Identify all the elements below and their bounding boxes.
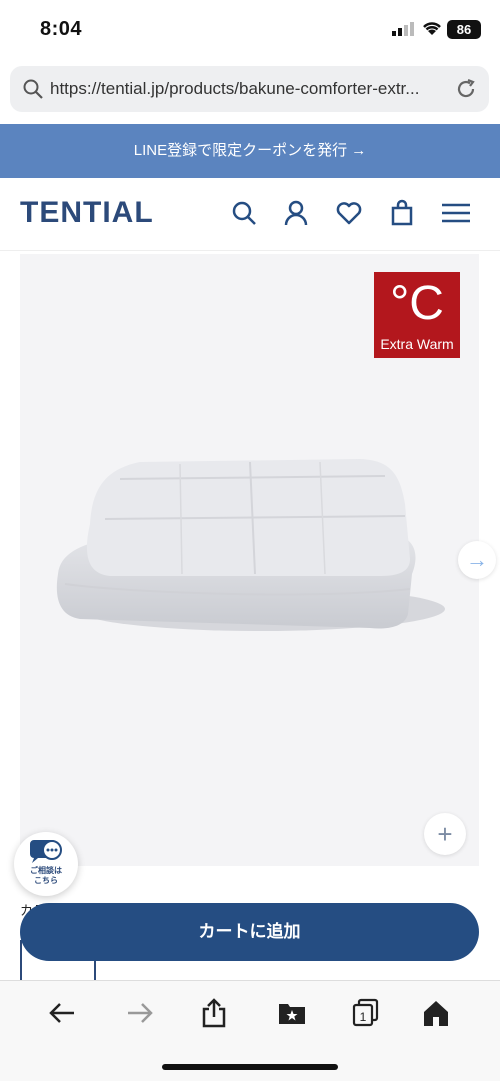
- badge-label: Extra Warm: [380, 336, 454, 352]
- reload-icon[interactable]: [454, 77, 478, 101]
- consultation-chat-button[interactable]: ご相談は こちら: [14, 832, 78, 896]
- brand-logo[interactable]: TENTIAL: [20, 196, 154, 230]
- tabs-count: 1: [360, 1010, 367, 1024]
- wifi-icon: [423, 22, 441, 35]
- signal-icon: [392, 22, 414, 36]
- search-icon[interactable]: [230, 199, 258, 227]
- extra-warm-badge: °C Extra Warm: [374, 272, 460, 358]
- status-time: 8:04: [40, 18, 83, 40]
- zoom-plus-icon[interactable]: +: [424, 813, 466, 855]
- bag-icon[interactable]: [388, 199, 416, 227]
- tabs-icon[interactable]: 1: [350, 997, 382, 1029]
- chat-label-line2: こちら: [34, 876, 58, 885]
- url-text[interactable]: https://tential.jp/products/bakune-comfo…: [50, 78, 450, 100]
- share-icon[interactable]: [198, 997, 230, 1029]
- forward-icon[interactable]: [124, 997, 156, 1029]
- line-promo-banner[interactable]: LINE登録で限定クーポンを発行 →: [0, 124, 500, 178]
- badge-symbol: °C: [390, 277, 444, 330]
- menu-icon[interactable]: [441, 199, 471, 227]
- home-indicator[interactable]: [162, 1064, 338, 1070]
- home-icon[interactable]: [420, 997, 452, 1029]
- chat-label-line1: ご相談は: [30, 866, 62, 875]
- search-icon: [23, 79, 43, 99]
- add-to-cart-button[interactable]: カートに追加: [20, 903, 479, 961]
- battery-indicator: 86: [447, 20, 481, 39]
- bookmarks-icon[interactable]: [276, 997, 308, 1029]
- back-icon[interactable]: [46, 997, 78, 1029]
- account-icon[interactable]: [282, 199, 310, 227]
- heart-icon[interactable]: [335, 199, 363, 227]
- next-image-arrow-icon[interactable]: →: [458, 541, 496, 579]
- chat-bubble-icon: [30, 840, 62, 863]
